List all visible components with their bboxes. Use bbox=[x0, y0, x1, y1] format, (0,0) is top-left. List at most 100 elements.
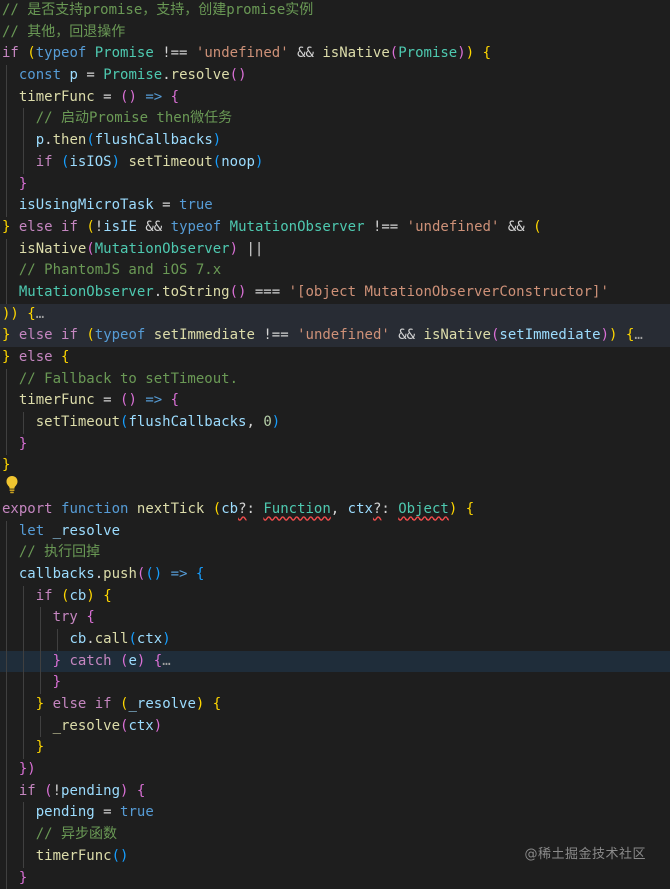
code-line[interactable]: // Fallback to setTimeout. bbox=[0, 369, 670, 391]
code-token: push bbox=[103, 566, 137, 582]
code-token bbox=[2, 176, 19, 192]
code-line[interactable] bbox=[0, 477, 670, 499]
code-token: { bbox=[466, 501, 474, 517]
code-token: pending bbox=[61, 783, 120, 799]
code-line[interactable]: if (!pending) { bbox=[0, 781, 670, 803]
code-token: timerFunc bbox=[36, 848, 112, 864]
code-line[interactable]: _resolve(ctx) bbox=[0, 716, 670, 738]
code-line[interactable]: pending = true bbox=[0, 802, 670, 824]
code-line[interactable]: p.then(flushCallbacks) bbox=[0, 130, 670, 152]
code-token: . bbox=[86, 631, 94, 647]
code-token: setImmediate bbox=[154, 327, 255, 343]
code-line[interactable]: // 是否支持promise，支持，创建promise实例 bbox=[0, 0, 670, 22]
code-editor[interactable]: // 是否支持promise，支持，创建promise实例// 其他，回退操作i… bbox=[0, 0, 670, 885]
code-token: ( bbox=[86, 327, 94, 343]
code-line[interactable]: } catch (e) {… bbox=[0, 651, 670, 673]
code-line[interactable]: } bbox=[0, 868, 670, 889]
code-token: ) bbox=[213, 132, 221, 148]
code-line[interactable]: } else if (typeof setImmediate !== 'unde… bbox=[0, 325, 670, 347]
code-line[interactable]: if (isIOS) setTimeout(noop) bbox=[0, 152, 670, 174]
code-token: ? bbox=[238, 501, 246, 517]
code-token bbox=[2, 653, 53, 669]
code-token: { bbox=[483, 45, 491, 61]
code-token: } bbox=[36, 696, 44, 712]
code-token: // 是否支持promise，支持，创建promise实例 bbox=[2, 2, 313, 18]
code-line[interactable]: // 执行回掉 bbox=[0, 542, 670, 564]
code-token: cb bbox=[69, 588, 86, 604]
fold-ellipsis-icon[interactable]: … bbox=[36, 306, 44, 322]
code-token: } bbox=[53, 674, 61, 690]
code-token: if bbox=[36, 588, 53, 604]
code-token bbox=[10, 349, 18, 365]
code-token bbox=[2, 804, 36, 820]
code-line[interactable]: if (cb) { bbox=[0, 586, 670, 608]
code-line[interactable]: }) bbox=[0, 759, 670, 781]
code-line[interactable]: isUsingMicroTask = true bbox=[0, 195, 670, 217]
code-token: ) bbox=[86, 588, 94, 604]
code-line[interactable]: } bbox=[0, 174, 670, 196]
code-line[interactable]: callbacks.push(() => { bbox=[0, 564, 670, 586]
code-token: 'undefined' bbox=[196, 45, 289, 61]
code-token: () bbox=[230, 284, 247, 300]
code-line[interactable]: export function nextTick (cb?: Function,… bbox=[0, 499, 670, 521]
code-token bbox=[10, 219, 18, 235]
code-line[interactable]: cb.call(ctx) bbox=[0, 629, 670, 651]
code-token: try bbox=[53, 609, 78, 625]
code-line[interactable]: // PhantomJS and iOS 7.x bbox=[0, 260, 670, 282]
code-token: _resolve bbox=[128, 696, 195, 712]
code-line[interactable]: } else { bbox=[0, 347, 670, 369]
code-token: MutationObserver bbox=[95, 241, 230, 257]
code-token: } bbox=[53, 653, 61, 669]
code-line[interactable]: let _resolve bbox=[0, 521, 670, 543]
code-token bbox=[2, 761, 19, 777]
code-token bbox=[2, 783, 19, 799]
code-token bbox=[2, 739, 36, 755]
code-line[interactable]: } bbox=[0, 672, 670, 694]
code-line[interactable]: } else if (_resolve) { bbox=[0, 694, 670, 716]
code-token: MutationObserver bbox=[19, 284, 154, 300]
code-line[interactable]: } else if (!isIE && typeof MutationObser… bbox=[0, 217, 670, 239]
code-token: ) bbox=[162, 631, 170, 647]
code-line[interactable]: } bbox=[0, 455, 670, 477]
code-token: flushCallbacks bbox=[95, 132, 213, 148]
code-line[interactable]: if (typeof Promise !== 'undefined' && is… bbox=[0, 43, 670, 65]
code-token: ctx bbox=[348, 501, 373, 517]
code-line[interactable]: // 启动Promise then微任务 bbox=[0, 108, 670, 130]
code-token: // Fallback to setTimeout. bbox=[19, 371, 238, 387]
code-token: isNative bbox=[424, 327, 491, 343]
code-line[interactable]: timerFunc = () => { bbox=[0, 87, 670, 109]
code-token: callbacks bbox=[19, 566, 95, 582]
code-line[interactable]: isNative(MutationObserver) || bbox=[0, 239, 670, 261]
code-line[interactable]: MutationObserver.toString() === '[object… bbox=[0, 282, 670, 304]
code-token: ) bbox=[457, 45, 465, 61]
code-token: noop bbox=[221, 154, 255, 170]
code-token bbox=[2, 848, 36, 864]
code-token: => bbox=[145, 89, 162, 105]
code-token: typeof bbox=[171, 219, 222, 235]
code-token: Function bbox=[263, 501, 330, 517]
code-token: '[object MutationObserverConstructor]' bbox=[289, 284, 609, 300]
code-token: . bbox=[44, 132, 52, 148]
code-token bbox=[2, 674, 53, 690]
code-token: cb bbox=[69, 631, 86, 647]
code-line[interactable]: const p = Promise.resolve() bbox=[0, 65, 670, 87]
code-token: timerFunc bbox=[19, 89, 95, 105]
code-token: : bbox=[247, 501, 264, 517]
code-token bbox=[145, 653, 153, 669]
code-line[interactable]: // 其他，回退操作 bbox=[0, 22, 670, 44]
code-token: ) bbox=[449, 501, 457, 517]
fold-ellipsis-icon[interactable]: … bbox=[162, 653, 170, 669]
lightbulb-icon[interactable] bbox=[5, 475, 19, 495]
code-token bbox=[474, 45, 482, 61]
code-token: _resolve bbox=[53, 523, 120, 539]
fold-ellipsis-icon[interactable]: … bbox=[634, 327, 642, 343]
code-line[interactable]: timerFunc = () => { bbox=[0, 390, 670, 412]
code-line[interactable]: } bbox=[0, 434, 670, 456]
code-line[interactable]: setTimeout(flushCallbacks, 0) bbox=[0, 412, 670, 434]
code-token: = bbox=[95, 392, 120, 408]
code-token: // 异步函数 bbox=[36, 826, 117, 842]
code-token: = bbox=[78, 67, 103, 83]
code-line[interactable]: try { bbox=[0, 607, 670, 629]
code-line[interactable]: } bbox=[0, 737, 670, 759]
code-line[interactable]: )) {… bbox=[0, 304, 670, 326]
